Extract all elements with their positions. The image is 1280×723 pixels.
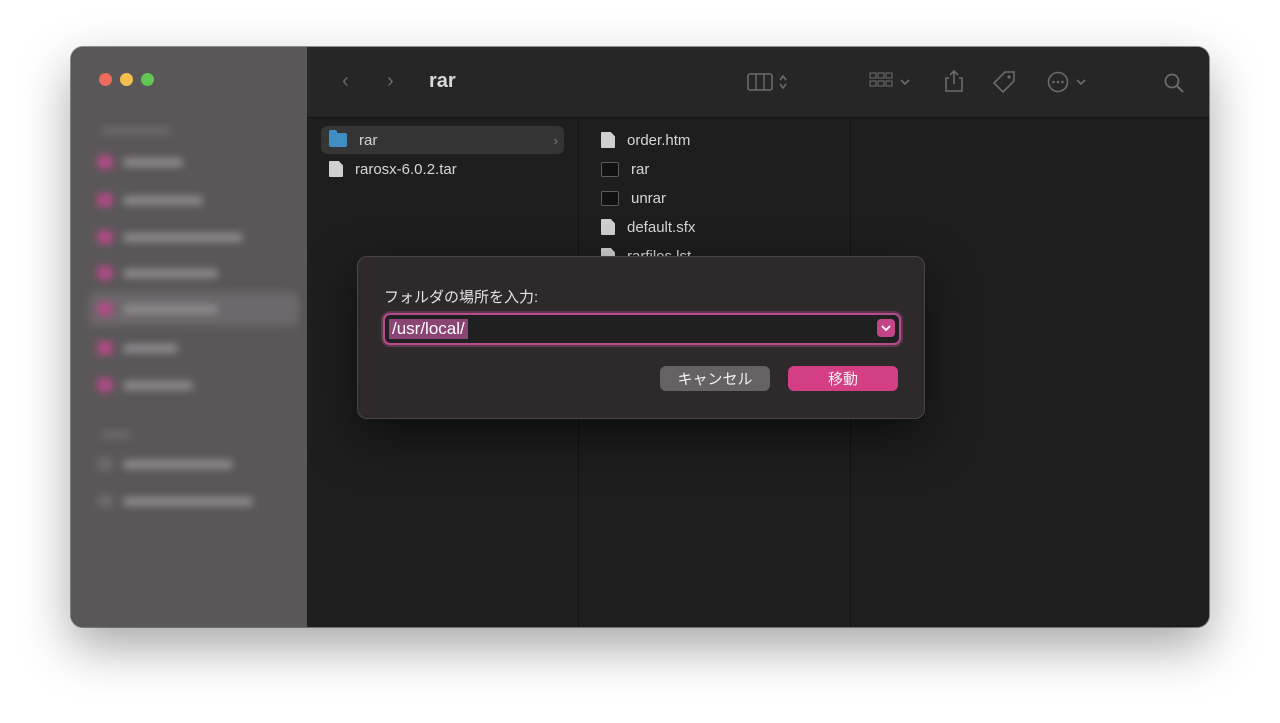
chevron-left-icon[interactable]: ‹ <box>342 71 349 91</box>
list-item[interactable]: rarosx-6.0.2.tar <box>321 155 564 183</box>
cancel-button[interactable]: キャンセル <box>660 366 770 391</box>
list-item[interactable]: unrar <box>593 184 836 212</box>
file-name: rar <box>631 160 650 178</box>
chevron-right-icon: › <box>553 132 558 148</box>
file-name: default.sfx <box>627 218 696 236</box>
folder-path-input[interactable]: /usr/local/ <box>383 313 901 345</box>
move-button[interactable]: 移動 <box>788 366 898 391</box>
columns-view-icon[interactable] <box>747 73 789 96</box>
dialog-label: フォルダの場所を入力: <box>384 289 539 306</box>
document-icon <box>601 219 615 235</box>
window-title: rar <box>429 70 456 92</box>
share-icon[interactable] <box>943 69 965 98</box>
chevron-down-icon[interactable] <box>877 319 895 337</box>
list-item[interactable]: rar › <box>321 126 564 154</box>
folder-icon <box>329 130 347 147</box>
executable-icon <box>601 190 619 206</box>
grid-icon[interactable] <box>869 72 913 97</box>
folder-path-value[interactable]: /usr/local/ <box>389 319 468 339</box>
executable-icon <box>601 161 619 177</box>
file-name: unrar <box>631 189 667 207</box>
file-name: rarosx-6.0.2.tar <box>355 160 457 178</box>
ellipsis-circle-icon[interactable] <box>1047 71 1093 98</box>
sidebar-items-blurred <box>71 47 307 627</box>
list-item[interactable]: rar <box>593 155 836 183</box>
list-item[interactable]: default.sfx <box>593 213 836 241</box>
go-to-folder-dialog: フォルダの場所を入力: /usr/local/ キャンセル 移動 <box>357 256 925 419</box>
search-icon[interactable] <box>1163 72 1185 99</box>
file-name: order.htm <box>627 131 691 149</box>
list-item[interactable]: order.htm <box>593 126 836 154</box>
toolbar: ‹ › rar <box>307 47 1209 118</box>
file-name: rar <box>359 131 378 149</box>
chevron-right-icon[interactable]: › <box>387 71 394 91</box>
document-icon <box>601 132 615 148</box>
sidebar <box>71 47 307 627</box>
tag-icon[interactable] <box>991 70 1017 99</box>
document-icon <box>329 161 343 177</box>
